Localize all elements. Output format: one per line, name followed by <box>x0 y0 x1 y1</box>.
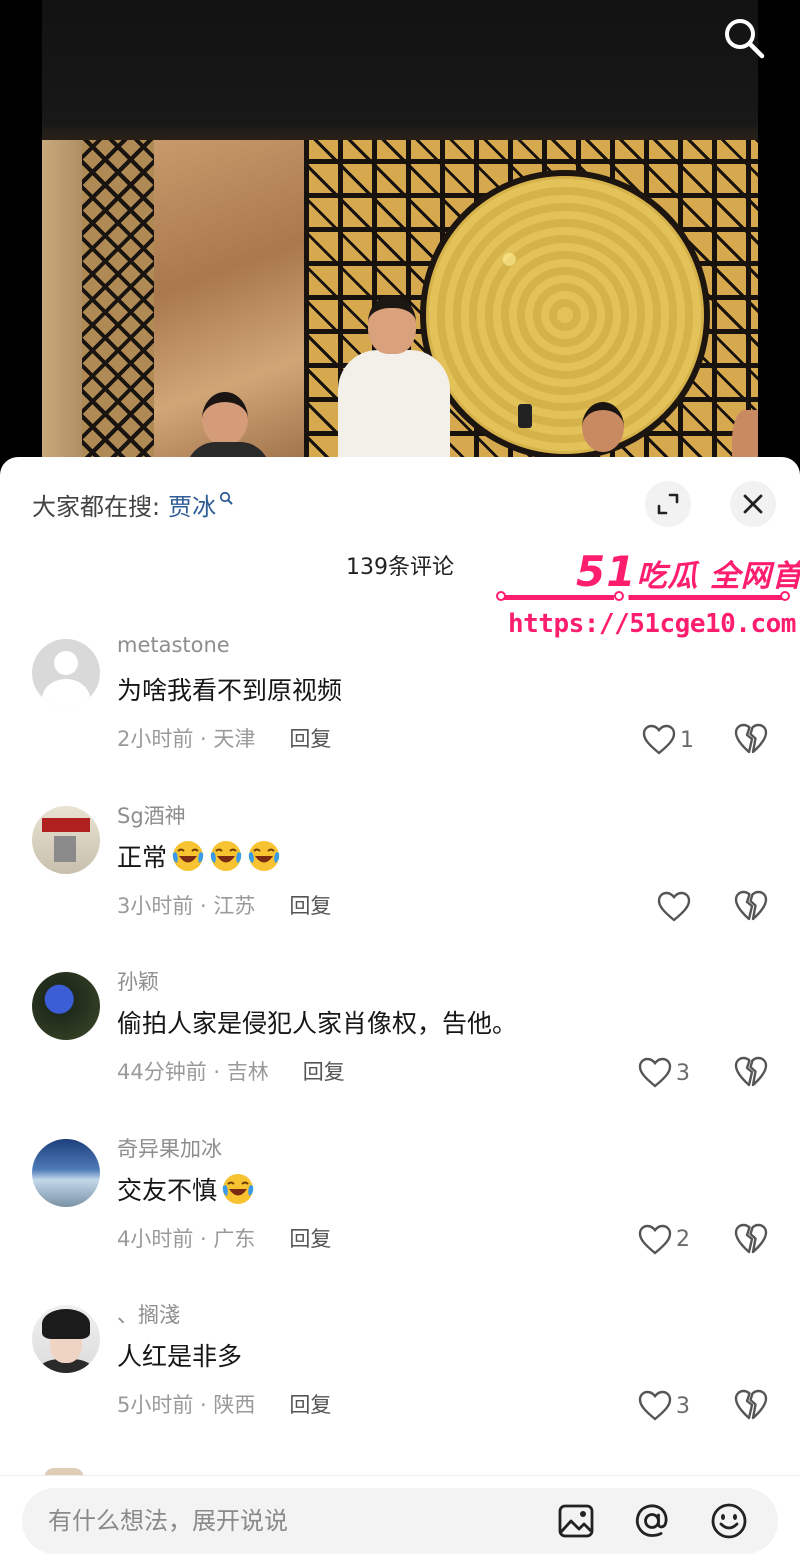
watermark-brand-text: 吃瓜 全网首发 <box>636 559 800 594</box>
broken-heart-icon <box>734 890 768 920</box>
dislike-button[interactable] <box>734 723 768 757</box>
video-scene-lattice-left <box>82 140 154 470</box>
small-search-icon <box>219 491 233 505</box>
broken-heart-icon <box>734 1223 768 1253</box>
at-icon[interactable] <box>633 1502 671 1540</box>
video-scene-phone <box>518 404 532 428</box>
watermark-dot <box>780 591 790 601</box>
emoji-icon[interactable] <box>710 1502 748 1540</box>
close-button[interactable] <box>730 481 776 527</box>
comment-text-content: 正常 <box>117 842 168 872</box>
comment-list: metastone 为啥我看不到原视频 2小时前 · 天津 回复 1 Sg酒神 … <box>0 627 800 1460</box>
comment-text: 交友不慎 <box>117 1171 255 1207</box>
dislike-button[interactable] <box>734 1223 768 1257</box>
heart-icon <box>638 1390 672 1421</box>
comment-time-location: 4小时前 · 广东 <box>117 1226 256 1251</box>
watermark-dot <box>496 591 506 601</box>
like-count: 1 <box>680 727 694 753</box>
like-count: 3 <box>676 1060 690 1086</box>
heart-icon <box>657 891 691 922</box>
comment-text: 偷拍人家是侵犯人家肖像权，告他。 <box>117 1004 517 1040</box>
like-count: 3 <box>676 1393 690 1419</box>
reply-button[interactable]: 回复 <box>303 1056 345 1086</box>
comment-meta: 3小时前 · 江苏 回复 <box>117 890 331 920</box>
video-scene-main-person <box>338 296 450 470</box>
comment-text-content: 为啥我看不到原视频 <box>117 676 343 705</box>
comment-meta: 4小时前 · 广东 回复 <box>117 1223 331 1253</box>
video-frame[interactable] <box>42 0 758 470</box>
comment-text: 人红是非多 <box>117 1337 242 1373</box>
comment-item: 、搁淺 人红是非多 5小时前 · 陕西 回复 3 <box>0 1293 800 1460</box>
comment-username[interactable]: metastone <box>117 633 230 657</box>
avatar[interactable] <box>32 1305 100 1373</box>
comment-item: 奇异果加冰 交友不慎 4小时前 · 广东 回复 2 <box>0 1127 800 1294</box>
laugh-cry-emoji <box>172 840 204 871</box>
comment-time-location: 3小时前 · 江苏 <box>117 893 256 918</box>
comments-sheet-header: 大家都在搜: 贾冰 <box>0 457 800 549</box>
broken-heart-icon <box>734 1389 768 1420</box>
avatar[interactable] <box>32 972 100 1040</box>
broken-heart-icon <box>734 1056 768 1087</box>
avatar[interactable] <box>32 1138 100 1207</box>
reply-button[interactable]: 回复 <box>289 890 331 920</box>
watermark-brand: 51吃瓜 全网首发 <box>576 547 800 596</box>
hot-search-bar: 大家都在搜: 贾冰 <box>32 487 233 521</box>
comment-text: 为啥我看不到原视频 <box>117 671 342 707</box>
expand-icon <box>657 493 679 515</box>
comment-input-container[interactable] <box>22 1488 778 1554</box>
like-button[interactable]: 2 <box>638 1223 690 1257</box>
dislike-button[interactable] <box>734 890 768 924</box>
comment-time-location: 2小时前 · 天津 <box>117 727 256 751</box>
comment-meta: 2小时前 · 天津 回复 <box>117 723 331 753</box>
image-icon[interactable] <box>557 1502 595 1540</box>
comment-item: 孙颖 偷拍人家是侵犯人家肖像权，告他。 44分钟前 · 吉林 回复 3 <box>0 960 800 1127</box>
watermark-dot <box>614 591 624 601</box>
heart-icon <box>642 724 676 755</box>
laugh-cry-emoji <box>248 840 280 871</box>
comment-text-content: 交友不慎 <box>117 1175 218 1205</box>
comment-meta: 44分钟前 · 吉林 回复 <box>117 1056 345 1086</box>
comment-item: metastone 为啥我看不到原视频 2小时前 · 天津 回复 1 <box>0 627 800 794</box>
laugh-cry-emoji <box>210 840 242 871</box>
comment-username[interactable]: Sg酒神 <box>117 800 186 830</box>
broken-heart-icon <box>734 723 768 754</box>
search-icon[interactable] <box>720 14 768 62</box>
watermark-rule <box>498 595 788 600</box>
like-button[interactable] <box>657 890 695 924</box>
reply-button[interactable]: 回复 <box>289 1389 331 1419</box>
like-button[interactable]: 1 <box>642 723 694 757</box>
reply-button[interactable]: 回复 <box>289 723 331 753</box>
heart-icon <box>638 1057 672 1088</box>
watermark-brand-number: 51 <box>576 547 637 596</box>
comment-time-location: 44分钟前 · 吉林 <box>117 1060 269 1084</box>
avatar[interactable] <box>32 639 100 707</box>
comment-text-content: 人红是非多 <box>117 1342 243 1371</box>
close-icon <box>743 494 763 514</box>
comment-username[interactable]: 、搁淺 <box>117 1299 180 1329</box>
comment-username[interactable]: 奇异果加冰 <box>117 1133 222 1163</box>
dislike-button[interactable] <box>734 1389 768 1423</box>
hot-search-term-link[interactable]: 贾冰 <box>168 487 233 522</box>
comment-input[interactable] <box>48 1488 528 1554</box>
reply-button[interactable]: 回复 <box>289 1223 331 1253</box>
like-count: 2 <box>676 1227 690 1252</box>
heart-icon <box>638 1224 672 1255</box>
laugh-cry-emoji <box>222 1173 254 1204</box>
hot-search-term[interactable]: 贾冰 <box>168 487 216 522</box>
comment-text: 正常 <box>117 838 281 874</box>
avatar[interactable] <box>32 805 100 874</box>
expand-button[interactable] <box>645 481 691 527</box>
like-button[interactable]: 3 <box>638 1389 690 1423</box>
comment-text-content: 偷拍人家是侵犯人家肖像权，告他。 <box>117 1009 518 1038</box>
video-player[interactable] <box>0 0 800 470</box>
comment-item: Sg酒神 正常 3小时前 · 江苏 回复 <box>0 794 800 961</box>
comment-time-location: 5小时前 · 陕西 <box>117 1393 256 1417</box>
comment-meta: 5小时前 · 陕西 回复 <box>117 1389 331 1419</box>
comment-username[interactable]: 孙颖 <box>117 966 159 996</box>
dislike-button[interactable] <box>734 1056 768 1090</box>
comment-input-bar <box>0 1475 800 1565</box>
comments-sheet: 大家都在搜: 贾冰 139条评论 51吃瓜 全网首 https://51cge1… <box>0 457 800 1565</box>
like-button[interactable]: 3 <box>638 1056 690 1090</box>
hot-search-label: 大家都在搜: <box>32 492 161 521</box>
